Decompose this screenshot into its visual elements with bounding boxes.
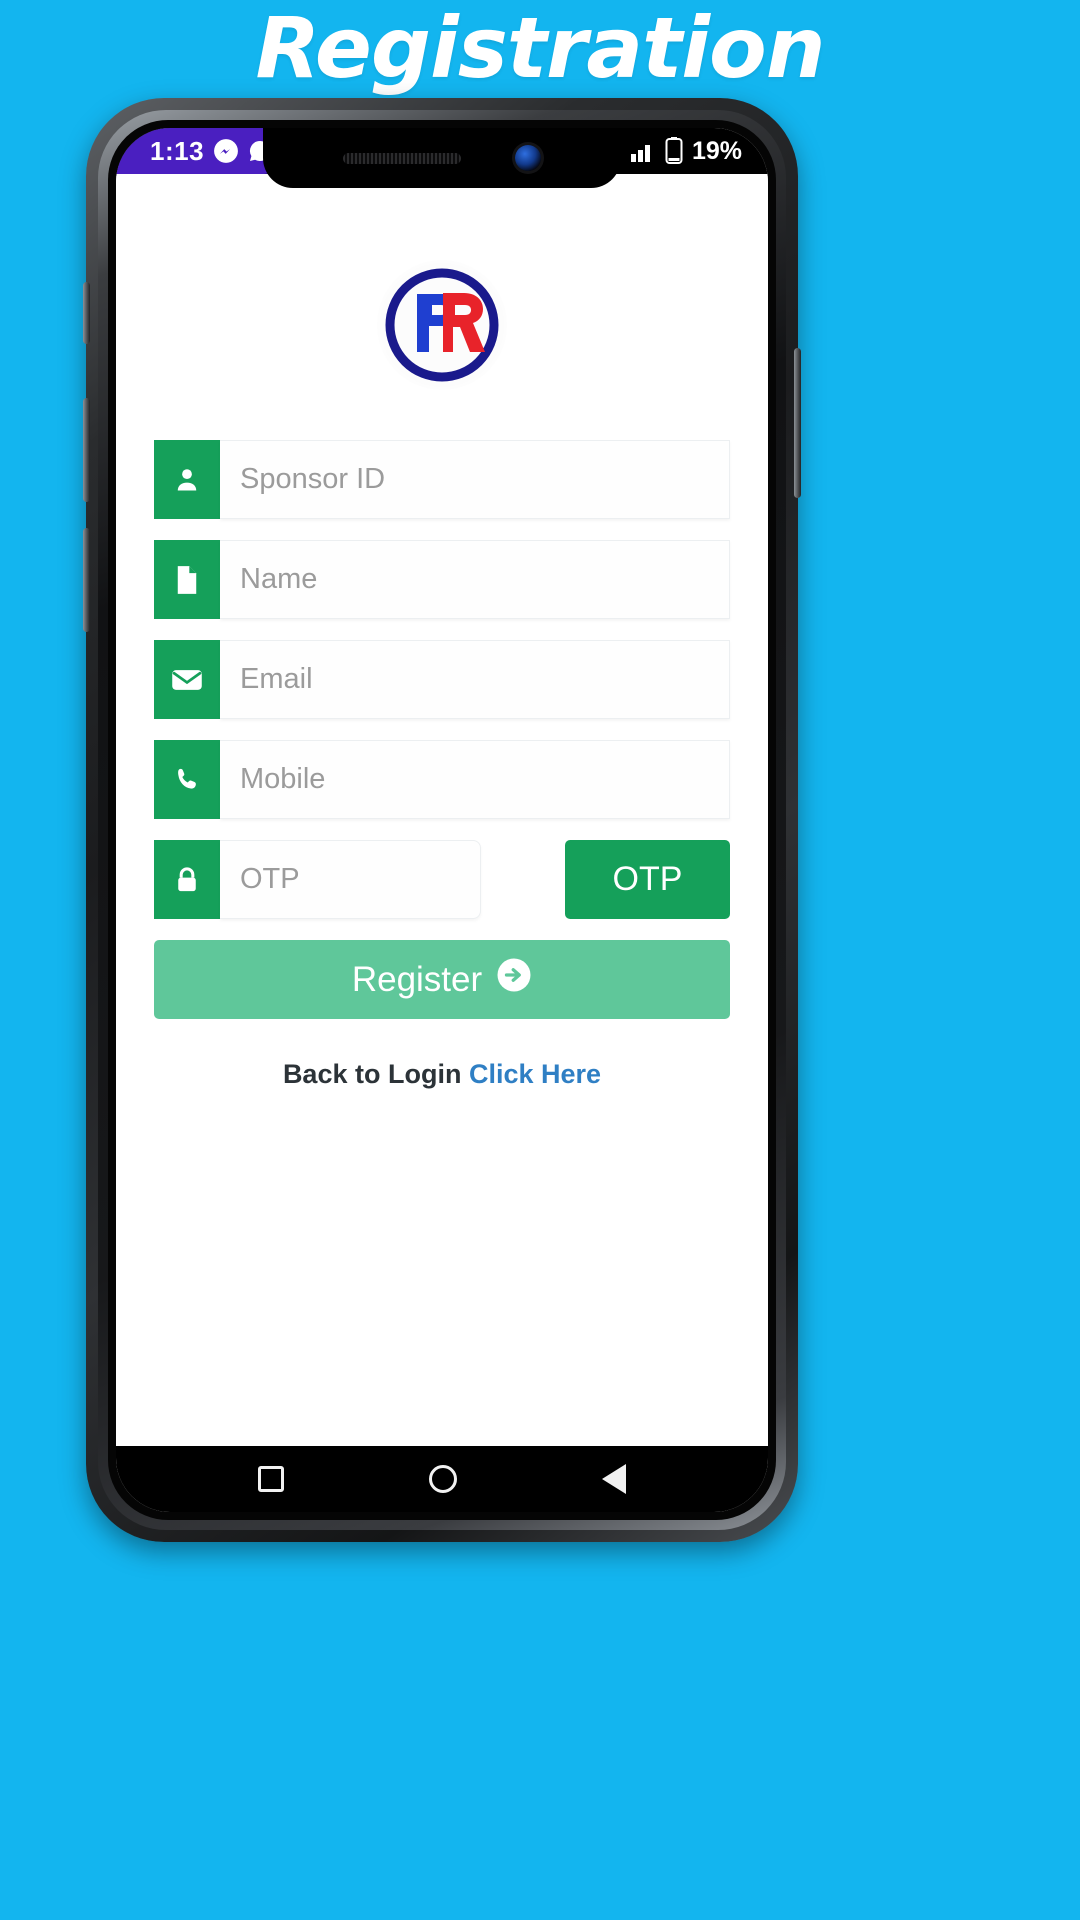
earpiece-speaker <box>343 152 461 164</box>
phone-icon <box>154 740 220 819</box>
back-to-login: Back to Login Click Here <box>154 1059 730 1090</box>
android-nav-bar <box>116 1446 768 1512</box>
pr-logo <box>377 260 507 390</box>
mobile-input[interactable]: Mobile <box>220 740 730 819</box>
status-bar-right: 19% <box>630 128 742 174</box>
front-camera-icon <box>515 145 541 171</box>
field-name[interactable]: Name <box>154 540 730 619</box>
field-sponsor-id[interactable]: Sponsor ID <box>154 440 730 519</box>
field-email[interactable]: Email <box>154 640 730 719</box>
phone-side-button-volume-up <box>83 398 90 502</box>
envelope-icon <box>154 640 220 719</box>
field-mobile[interactable]: Mobile <box>154 740 730 819</box>
phone-notch <box>263 128 621 188</box>
status-bar-left: 1:13 <box>116 128 287 174</box>
battery-icon <box>665 137 683 165</box>
register-button[interactable]: Register <box>154 940 730 1019</box>
recents-square-icon[interactable] <box>258 1466 285 1492</box>
back-triangle-icon[interactable] <box>601 1464 626 1494</box>
register-button-label: Register <box>351 959 483 999</box>
back-to-login-text: Back to Login <box>282 1059 462 1089</box>
lock-icon <box>154 840 220 919</box>
sponsor-id-placeholder: Sponsor ID <box>240 463 386 495</box>
arrow-circle-right-icon <box>496 957 532 1002</box>
otp-row: OTP OTP <box>154 840 730 919</box>
registration-screen: Sponsor ID Name Email Mobile OTP OTP Reg… <box>116 174 768 1446</box>
otp-placeholder: OTP <box>240 863 300 895</box>
email-placeholder: Email <box>240 663 313 695</box>
messenger-icon <box>213 138 239 164</box>
mobile-placeholder: Mobile <box>240 763 326 795</box>
click-here-link[interactable]: Click Here <box>469 1059 601 1089</box>
phone-side-button-power <box>794 348 801 498</box>
logo-container <box>154 174 730 440</box>
phone-mockup: 1:13 19% Sponsor ID Name Email Mobile OT… <box>83 98 801 1542</box>
status-bar-clock: 1:13 <box>150 135 205 166</box>
home-circle-icon[interactable] <box>428 1465 457 1493</box>
phone-side-button-mute <box>83 282 90 344</box>
email-input[interactable]: Email <box>220 640 730 719</box>
field-otp[interactable]: OTP <box>154 840 481 919</box>
phone-side-button-volume-down <box>83 528 90 632</box>
phone-bezel: 1:13 19% Sponsor ID Name Email Mobile OT… <box>108 120 776 1520</box>
signal-icon <box>630 139 656 163</box>
battery-percent: 19% <box>691 136 742 165</box>
phone-screen: 1:13 19% Sponsor ID Name Email Mobile OT… <box>116 128 768 1512</box>
name-placeholder: Name <box>240 563 318 595</box>
sponsor-id-input[interactable]: Sponsor ID <box>220 440 730 519</box>
document-icon <box>154 540 220 619</box>
otp-input[interactable]: OTP <box>220 840 481 919</box>
name-input[interactable]: Name <box>220 540 730 619</box>
person-icon <box>154 440 220 519</box>
page-title: Registration <box>255 0 825 97</box>
send-otp-button[interactable]: OTP <box>565 840 730 919</box>
otp-spacer <box>481 840 565 919</box>
phone-inner-frame: 1:13 19% Sponsor ID Name Email Mobile OT… <box>98 110 786 1530</box>
